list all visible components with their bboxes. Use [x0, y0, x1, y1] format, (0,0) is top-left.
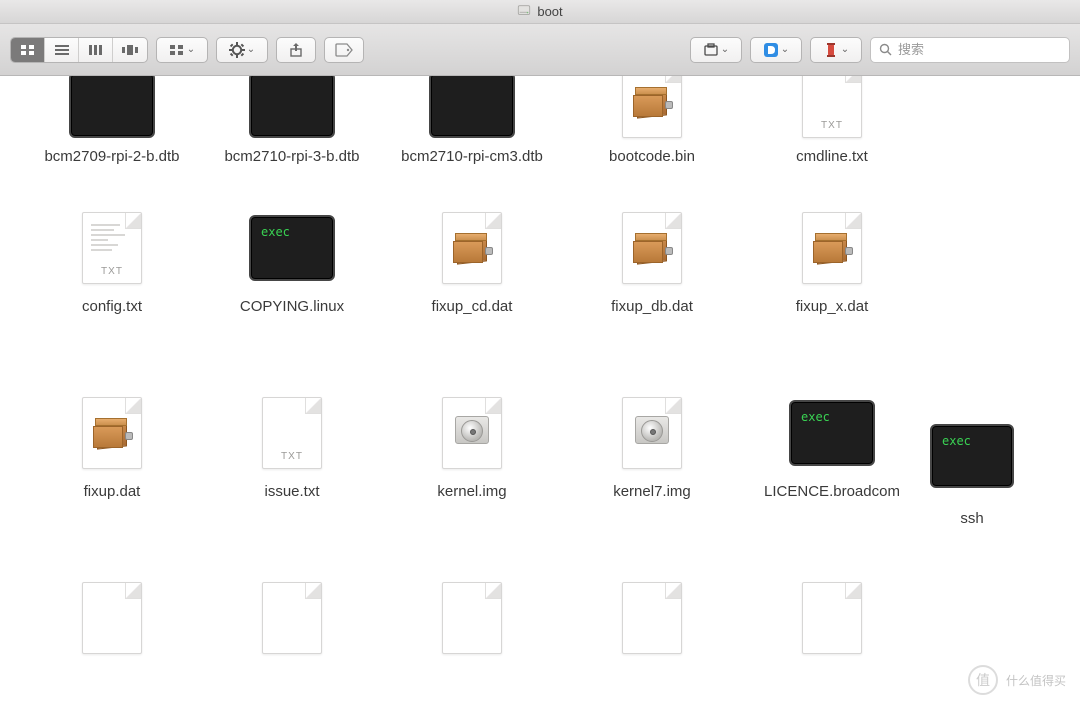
- exec-icon: exec: [930, 424, 1014, 488]
- view-gallery-button[interactable]: [113, 38, 147, 62]
- exec-icon: [249, 76, 335, 138]
- file-item[interactable]: TXT issue.txt: [202, 391, 382, 576]
- tag-button[interactable]: [324, 37, 364, 63]
- share-button[interactable]: [276, 37, 316, 63]
- search-icon: [879, 43, 892, 56]
- watermark-text: 什么值得买: [1006, 672, 1066, 689]
- actions-button[interactable]: ⌄: [216, 37, 268, 63]
- file-label: config.txt: [82, 298, 142, 317]
- file-label: bcm2709-rpi-2-b.dtb: [44, 148, 179, 167]
- generic-file-icon: [262, 582, 322, 654]
- exec-icon: exec: [789, 400, 875, 466]
- view-icons-button[interactable]: [11, 38, 45, 62]
- file-label: kernel.img: [437, 483, 506, 502]
- file-item[interactable]: [562, 576, 742, 696]
- file-item[interactable]: [22, 576, 202, 696]
- file-item[interactable]: exec COPYING.linux: [202, 206, 382, 391]
- disk-image-icon: [622, 397, 682, 469]
- file-label: issue.txt: [264, 483, 319, 502]
- generic-file-icon: [82, 582, 142, 654]
- exec-icon: [429, 76, 515, 138]
- file-item[interactable]: [382, 576, 562, 696]
- watermark-icon: 值: [968, 665, 998, 695]
- extension-lantern-button[interactable]: ⌄: [810, 37, 862, 63]
- search-input[interactable]: [898, 42, 1074, 57]
- file-item[interactable]: [202, 576, 382, 696]
- file-item[interactable]: [742, 576, 922, 696]
- exec-icon: [69, 76, 155, 138]
- file-item[interactable]: bcm2709-rpi-2-b.dtb: [22, 76, 202, 206]
- arrange-button[interactable]: ⌄: [156, 37, 208, 63]
- file-label: LICENCE.broadcom: [764, 483, 900, 502]
- chevron-down-icon: ⌄: [721, 44, 729, 55]
- file-label: fixup_x.dat: [796, 298, 869, 317]
- file-item[interactable]: bcm2710-rpi-cm3.dtb: [382, 76, 562, 206]
- generic-file-icon: [622, 582, 682, 654]
- file-label: bootcode.bin: [609, 148, 695, 167]
- file-label: bcm2710-rpi-cm3.dtb: [401, 148, 543, 167]
- generic-file-icon: [802, 582, 862, 654]
- file-item[interactable]: bootcode.bin: [562, 76, 742, 206]
- view-columns-button[interactable]: [79, 38, 113, 62]
- file-label: ssh: [960, 510, 983, 529]
- generic-file-icon: [442, 582, 502, 654]
- archive-file-icon: [82, 397, 142, 469]
- archive-file-icon: [622, 212, 682, 284]
- window-titlebar: boot: [0, 0, 1080, 24]
- file-item[interactable]: kernel7.img: [562, 391, 742, 576]
- text-file-icon: TXT: [82, 212, 142, 284]
- view-list-button[interactable]: [45, 38, 79, 62]
- file-item[interactable]: fixup.dat: [22, 391, 202, 576]
- chevron-down-icon: ⌄: [187, 44, 195, 55]
- file-item[interactable]: kernel.img: [382, 391, 562, 576]
- view-mode-group: [10, 37, 148, 63]
- extension-d-button[interactable]: ⌄: [750, 37, 802, 63]
- file-item[interactable]: TXT config.txt: [22, 206, 202, 391]
- search-field[interactable]: [870, 37, 1070, 63]
- volume-icon: [517, 3, 531, 20]
- file-item[interactable]: fixup_x.dat: [742, 206, 922, 391]
- archive-file-icon: [802, 212, 862, 284]
- chevron-down-icon: ⌄: [247, 44, 255, 55]
- file-label: fixup_cd.dat: [432, 298, 513, 317]
- window-title: boot: [537, 4, 562, 19]
- archive-file-icon: [442, 212, 502, 284]
- disk-image-icon: [442, 397, 502, 469]
- file-item[interactable]: fixup_cd.dat: [382, 206, 562, 391]
- file-label: bcm2710-rpi-3-b.dtb: [224, 148, 359, 167]
- watermark: 值 什么值得买: [968, 665, 1066, 695]
- file-item[interactable]: exec LICENCE.broadcom: [742, 391, 922, 576]
- file-item[interactable]: fixup_db.dat: [562, 206, 742, 391]
- chevron-down-icon: ⌄: [841, 44, 849, 55]
- chevron-down-icon: ⌄: [781, 44, 789, 55]
- text-file-icon: TXT: [802, 76, 862, 138]
- file-label: fixup_db.dat: [611, 298, 693, 317]
- exec-icon: exec: [249, 215, 335, 281]
- toolbar: ⌄ ⌄ ⌄ ⌄ ⌄: [0, 24, 1080, 76]
- text-file-icon: TXT: [262, 397, 322, 469]
- file-label: cmdline.txt: [796, 148, 868, 167]
- archive-file-icon: [622, 76, 682, 138]
- file-label: kernel7.img: [613, 483, 691, 502]
- file-label: COPYING.linux: [240, 298, 344, 317]
- file-browser-content: bcm2709-rpi-2-b.dtb bcm2710-rpi-3-b.dtb …: [22, 76, 1080, 707]
- dropbox-button[interactable]: ⌄: [690, 37, 742, 63]
- file-label: fixup.dat: [84, 483, 141, 502]
- file-item[interactable]: TXT cmdline.txt: [742, 76, 922, 206]
- file-item[interactable]: exec ssh: [902, 414, 1042, 529]
- file-item[interactable]: bcm2710-rpi-3-b.dtb: [202, 76, 382, 206]
